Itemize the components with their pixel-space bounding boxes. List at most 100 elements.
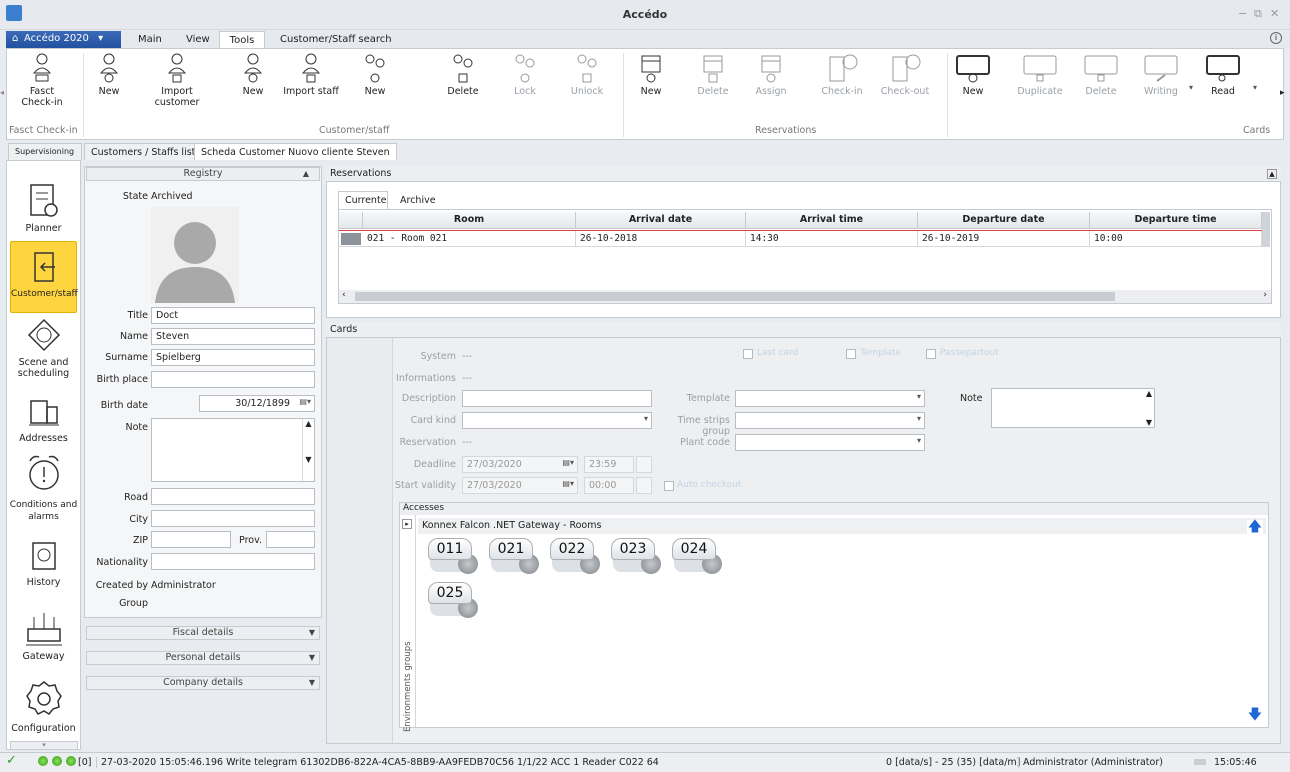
col-departure-date[interactable]: Departure date: [918, 212, 1090, 229]
delete-card-button[interactable]: Delete: [1081, 53, 1121, 97]
scrollbar-thumb[interactable]: [355, 292, 1115, 301]
collapse-icon[interactable]: ▲: [1267, 169, 1277, 179]
tab-view[interactable]: View: [186, 34, 210, 45]
nav-customer-staff[interactable]: Customer/staff: [10, 241, 78, 313]
new-card-button[interactable]: New: [953, 53, 993, 97]
room-tile-021[interactable]: 021: [489, 538, 543, 576]
col-arrival-time[interactable]: Arrival time: [746, 212, 918, 229]
col-arrival-date[interactable]: Arrival date: [576, 212, 746, 229]
description-field[interactable]: [462, 390, 652, 407]
last-card-checkbox[interactable]: [743, 349, 753, 359]
road-field[interactable]: [151, 488, 315, 505]
new-group-button[interactable]: New: [357, 53, 393, 97]
nav-planner[interactable]: Planner: [7, 183, 80, 234]
nav-conditions-alarms[interactable]: Conditions and alarms: [7, 451, 80, 523]
room-tile-022[interactable]: 022: [550, 538, 604, 576]
template-select[interactable]: ▾: [735, 390, 925, 407]
city-field[interactable]: [151, 510, 315, 527]
room-tile-025[interactable]: 025: [428, 582, 482, 620]
nav-configuration[interactable]: Configuration: [7, 679, 80, 734]
assign-button[interactable]: Assign: [751, 53, 791, 97]
duplicate-card-button[interactable]: Duplicate: [1015, 53, 1065, 97]
delete-group-button[interactable]: Delete: [443, 53, 483, 97]
read-card-button[interactable]: Read: [1203, 53, 1243, 97]
tab-archive[interactable]: Archive: [400, 195, 436, 206]
minimize-icon[interactable]: −: [1238, 7, 1247, 20]
start-validity-time-spinner[interactable]: [636, 477, 652, 494]
write-card-button[interactable]: Writing: [1139, 53, 1183, 97]
new-customer-button[interactable]: New: [91, 53, 127, 97]
card-kind-select[interactable]: ▾: [462, 412, 652, 429]
arrow-up-icon[interactable]: 🡅: [1247, 520, 1263, 536]
note-scrollbar[interactable]: ▲ ▼: [302, 419, 314, 481]
check-in-button[interactable]: Check-in: [819, 53, 865, 97]
fast-checkin-button[interactable]: Fasct Check-in: [19, 53, 65, 108]
room-tile-023[interactable]: 023: [611, 538, 665, 576]
time-strips-group-select[interactable]: ▾: [735, 412, 925, 429]
note-textarea[interactable]: ▲ ▼: [151, 418, 315, 482]
passepartout-checkbox[interactable]: [926, 349, 936, 359]
import-customer-button[interactable]: Import customer: [151, 53, 203, 108]
import-staff-button[interactable]: Import staff: [283, 53, 339, 97]
col-room[interactable]: Room: [363, 212, 576, 229]
room-tile-024[interactable]: 024: [672, 538, 726, 576]
check-out-button[interactable]: Check-out: [879, 53, 931, 97]
company-details-header[interactable]: Company details ▼: [86, 676, 320, 690]
restore-icon[interactable]: ⧉: [1254, 7, 1262, 21]
read-dropdown-icon[interactable]: ▾: [1253, 83, 1257, 92]
birth-date-field[interactable]: 30/12/1899 ▤▾: [199, 395, 315, 412]
personal-details-header[interactable]: Personal details ▼: [86, 651, 320, 665]
nav-scroll-down-icon[interactable]: ▾: [10, 741, 78, 750]
new-staff-button[interactable]: New: [235, 53, 271, 97]
start-validity-time-field[interactable]: 00:00: [584, 477, 634, 494]
unlock-button[interactable]: Unlock: [567, 53, 607, 97]
registry-header[interactable]: Registry ▲: [86, 167, 320, 181]
room-tile-011[interactable]: 011: [428, 538, 482, 576]
tab-customer-staff-search[interactable]: Customer/Staff search: [280, 34, 392, 45]
plant-code-select[interactable]: ▾: [735, 434, 925, 451]
environments-groups-strip[interactable]: ▸ Environments groups: [400, 515, 416, 732]
ribbon-scroll-right-icon[interactable]: ▸: [1280, 88, 1285, 98]
new-reservation-button[interactable]: New: [633, 53, 669, 97]
surname-field[interactable]: Spielberg: [151, 349, 315, 366]
title-field[interactable]: Doct: [151, 307, 315, 324]
ribbon-scroll-left-icon[interactable]: ◂: [0, 88, 4, 97]
expand-icon[interactable]: ▸: [402, 519, 412, 529]
help-icon[interactable]: i: [1270, 32, 1282, 44]
birth-place-field[interactable]: [151, 371, 315, 388]
tab-tools[interactable]: Tools: [219, 31, 265, 49]
arrow-down-icon[interactable]: 🡇: [1247, 708, 1263, 724]
scroll-down-icon[interactable]: ▼: [1146, 418, 1152, 427]
deadline-time-spinner[interactable]: [636, 456, 652, 473]
nav-scene-scheduling[interactable]: Scene and scheduling: [7, 317, 80, 379]
tab-customer-card[interactable]: Scheda Customer Nuovo cliente Steven: [194, 143, 397, 160]
lock-button[interactable]: Lock: [507, 53, 543, 97]
close-icon[interactable]: ✕: [1270, 7, 1279, 20]
fiscal-details-header[interactable]: Fiscal details ▼: [86, 626, 320, 640]
card-note-textarea[interactable]: ▲ ▼: [991, 388, 1155, 428]
delete-reservation-button[interactable]: Delete: [693, 53, 733, 97]
tab-supervisioning[interactable]: Supervisioning: [8, 143, 82, 160]
app-menu-button[interactable]: ⌂ Accédo 2020 ▾: [6, 31, 121, 49]
template-checkbox[interactable]: [846, 349, 856, 359]
nav-addresses[interactable]: Addresses: [7, 397, 80, 444]
scroll-up-icon[interactable]: ▲: [1146, 389, 1152, 398]
zip-field[interactable]: [151, 531, 231, 548]
tab-currente[interactable]: Currente: [338, 191, 388, 209]
nav-history[interactable]: History: [7, 539, 80, 588]
deadline-date-field[interactable]: 27/03/2020 ▤▾: [462, 456, 578, 473]
writing-dropdown-icon[interactable]: ▾: [1189, 83, 1193, 92]
name-field[interactable]: Steven: [151, 328, 315, 345]
prov-field[interactable]: [266, 531, 315, 548]
start-validity-date-field[interactable]: 27/03/2020 ▤▾: [462, 477, 578, 494]
calendar-dropdown-icon[interactable]: ▤▾: [299, 397, 311, 406]
horizontal-scrollbar[interactable]: ‹ ›: [339, 290, 1271, 303]
tab-main[interactable]: Main: [138, 34, 162, 45]
scroll-right-icon[interactable]: ›: [1263, 290, 1267, 300]
scroll-left-icon[interactable]: ‹: [342, 290, 346, 300]
deadline-time-field[interactable]: 23:59: [584, 456, 634, 473]
row-selector[interactable]: [341, 233, 361, 245]
col-departure-time[interactable]: Departure time: [1090, 212, 1262, 229]
vertical-scrollbar[interactable]: [1262, 212, 1270, 247]
avatar[interactable]: [151, 207, 239, 303]
